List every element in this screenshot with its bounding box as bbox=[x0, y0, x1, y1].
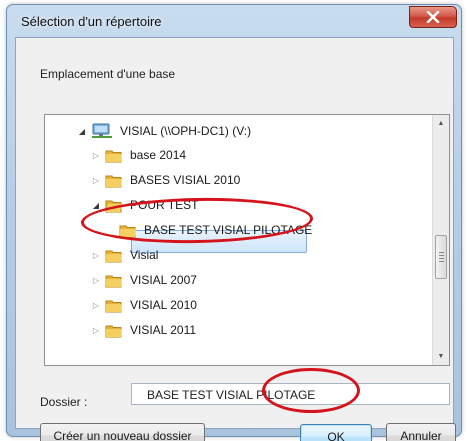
dialog-window: Sélection d'un répertoire Emplacement d'… bbox=[6, 4, 462, 441]
expand-arrow-icon[interactable]: ◢ bbox=[90, 199, 102, 211]
grip-icon bbox=[439, 252, 444, 262]
collapse-arrow-icon[interactable]: ▷ bbox=[90, 324, 102, 336]
tree-item-label: POUR TEST bbox=[130, 198, 199, 212]
tree-item-visial-2011[interactable]: ▷ VISIAL 2011 bbox=[90, 318, 196, 342]
folder-icon bbox=[105, 198, 123, 213]
collapse-arrow-icon[interactable]: ▷ bbox=[90, 299, 102, 311]
collapse-arrow-icon[interactable]: ▷ bbox=[90, 274, 102, 286]
folder-icon bbox=[105, 323, 123, 338]
collapse-arrow-icon[interactable]: ▷ bbox=[90, 174, 102, 186]
folder-label: Dossier : bbox=[40, 395, 88, 409]
tree-item-visial-2007[interactable]: ▷ VISIAL 2007 bbox=[90, 268, 197, 292]
folder-name-field[interactable]: BASE TEST VISIAL PILOTAGE bbox=[131, 383, 450, 405]
cancel-button[interactable]: Annuler bbox=[386, 423, 456, 441]
window-title: Sélection d'un répertoire bbox=[21, 14, 162, 29]
close-button[interactable] bbox=[409, 6, 457, 28]
tree-item-visial-2010[interactable]: ▷ VISIAL 2010 bbox=[90, 293, 197, 317]
tree-item-base-2014[interactable]: ▷ base 2014 bbox=[90, 143, 186, 167]
tree-item-label: BASE TEST VISIAL PILOTAGE bbox=[144, 223, 313, 237]
folder-icon bbox=[105, 298, 123, 313]
collapse-arrow-icon[interactable]: ▷ bbox=[90, 249, 102, 261]
prompt-text: Emplacement d'une base bbox=[40, 67, 176, 81]
tree-item-label: VISIAL (\\OPH-DC1) (V:) bbox=[120, 124, 252, 138]
title-bar[interactable]: Sélection d'un répertoire bbox=[7, 5, 461, 39]
vertical-scrollbar[interactable]: ▲ ▼ bbox=[432, 115, 449, 365]
dialog-client-area: Emplacement d'une base ◢ VISIAL (\\OPH-D… bbox=[15, 37, 456, 441]
folder-icon bbox=[105, 148, 123, 163]
ok-button[interactable]: OK bbox=[300, 424, 372, 441]
tree-item-base-test-visial-pilotage[interactable]: BASE TEST VISIAL PILOTAGE bbox=[119, 218, 312, 242]
tree-item-label: VISIAL 2011 bbox=[130, 323, 197, 337]
scroll-up-arrow-icon[interactable]: ▲ bbox=[433, 115, 449, 132]
tree-item-visial[interactable]: ▷ Visial bbox=[90, 243, 158, 267]
collapse-arrow-icon[interactable]: ▷ bbox=[90, 149, 102, 161]
scroll-down-arrow-icon[interactable]: ▼ bbox=[433, 348, 449, 365]
tree-item-label: VISIAL 2007 bbox=[130, 273, 197, 287]
tree-item-pour-test[interactable]: ◢ POUR TEST bbox=[90, 193, 198, 217]
folder-tree[interactable]: ◢ VISIAL (\\OPH-DC1) (V:) ▷ base 2014 ▷ … bbox=[44, 114, 450, 366]
tree-item-label: VISIAL 2010 bbox=[130, 298, 197, 312]
new-folder-button[interactable]: Créer un nouveau dossier bbox=[40, 423, 205, 441]
tree-item-visial-drive[interactable]: ◢ VISIAL (\\OPH-DC1) (V:) bbox=[76, 119, 251, 143]
tree-item-bases-visial-2010[interactable]: ▷ BASES VISIAL 2010 bbox=[90, 168, 240, 192]
folder-icon bbox=[105, 173, 123, 188]
tree-item-label: BASES VISIAL 2010 bbox=[130, 173, 241, 187]
tree-item-label: Visial bbox=[130, 248, 159, 262]
folder-icon bbox=[105, 248, 123, 263]
folder-icon bbox=[105, 273, 123, 288]
network-drive-icon bbox=[91, 123, 113, 139]
tree-item-label: base 2014 bbox=[130, 148, 187, 162]
scroll-thumb[interactable] bbox=[435, 235, 447, 279]
close-icon bbox=[426, 11, 440, 23]
folder-icon bbox=[119, 223, 137, 238]
expand-arrow-icon[interactable]: ◢ bbox=[76, 125, 88, 137]
